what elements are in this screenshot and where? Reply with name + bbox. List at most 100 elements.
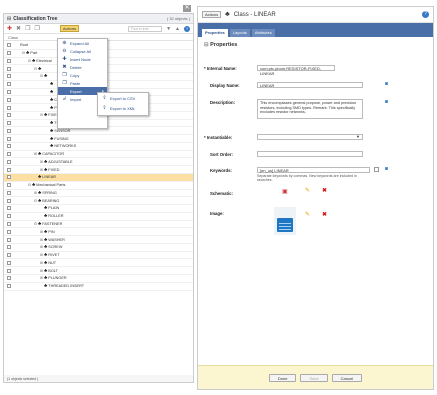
expander-icon[interactable]: ⊟	[28, 183, 31, 187]
tab-layouts[interactable]: Layouts	[229, 29, 250, 37]
expander-icon[interactable]: ⊞	[40, 168, 43, 172]
translate-keywords-icon[interactable]: ◙	[385, 166, 388, 172]
tree-row[interactable]: ♣ ROLLER	[4, 213, 193, 221]
tree-row[interactable]: ⊞ ♣ RIVET	[4, 252, 193, 260]
instantiable-select[interactable]	[257, 134, 363, 140]
row-checkbox[interactable]	[7, 175, 11, 180]
expander-icon[interactable]: ⊟	[40, 74, 43, 78]
done-button[interactable]: Done	[268, 373, 297, 382]
sort-order-input[interactable]	[257, 151, 363, 157]
description-textarea[interactable]: This encompasses general purpose, power …	[257, 99, 363, 119]
expander-icon[interactable]: ⊞	[34, 152, 37, 156]
row-checkbox[interactable]	[7, 66, 11, 71]
row-checkbox[interactable]	[7, 214, 11, 219]
cancel-button[interactable]: Cancel	[331, 373, 363, 382]
remove-schematic-icon[interactable]: ✖	[322, 187, 327, 194]
row-checkbox[interactable]	[7, 113, 11, 118]
copy-icon[interactable]: ❐	[25, 25, 30, 32]
row-checkbox[interactable]	[7, 221, 11, 226]
tree-row[interactable]: ♣ FUSING	[4, 135, 193, 143]
row-checkbox[interactable]	[7, 183, 11, 188]
menu-item[interactable]: ❐ Copy	[58, 71, 107, 79]
expander-icon[interactable]: ⊟	[22, 51, 25, 55]
tree-row[interactable]: ⊞ ♣ ADJUSTABLE	[4, 158, 193, 167]
tree-row[interactable]: ⊞ ♣ BOLT	[4, 267, 193, 275]
details-actions-button[interactable]: Actions	[202, 11, 222, 18]
row-checkbox[interactable]	[7, 190, 11, 195]
translate-description-icon[interactable]: ◙	[385, 99, 388, 105]
expander-icon[interactable]: ⊞	[40, 230, 43, 234]
row-checkbox[interactable]	[7, 58, 11, 63]
row-checkbox[interactable]	[7, 237, 11, 242]
delete-icon[interactable]: ✖	[16, 25, 21, 32]
internal-name-input[interactable]: com.ptc.pbom.RESISTOR-FIXED-LINEAR	[257, 65, 335, 76]
expander-icon[interactable]: ⊞	[40, 276, 43, 280]
save-button[interactable]: Save	[300, 373, 328, 382]
row-checkbox[interactable]	[7, 268, 11, 273]
find-in-tree-input[interactable]: Find in tree	[128, 25, 163, 32]
row-checkbox[interactable]	[7, 229, 11, 234]
expander-icon[interactable]: ⊞	[40, 238, 43, 242]
row-checkbox[interactable]	[7, 89, 11, 94]
tree-row[interactable]: ⊟ ♣ FASTENER	[4, 221, 193, 229]
keywords-input[interactable]: [en_us] LINEAR	[257, 167, 370, 173]
row-checkbox[interactable]	[7, 51, 11, 56]
tree-row[interactable]: ⊞ ♣ FIXED	[4, 166, 193, 175]
row-checkbox[interactable]	[7, 97, 11, 102]
help-icon[interactable]: ?	[184, 25, 190, 32]
expander-icon[interactable]: ⊞	[40, 160, 43, 164]
menu-item[interactable]: ⊖ Collapse All	[58, 47, 107, 55]
chevron-down-icon[interactable]: ▼	[356, 134, 360, 139]
collapse-icon[interactable]: ⊟	[7, 16, 11, 22]
tree-row[interactable]: ⊟ ♣ BEARING	[4, 197, 193, 206]
tree-row[interactable]: ♣ NETWORKS	[4, 143, 193, 151]
expander-icon[interactable]: ⊟	[40, 113, 43, 117]
tab-attributes[interactable]: Attributes	[251, 29, 275, 37]
expander-icon[interactable]: ⊟	[34, 67, 37, 71]
tree-row[interactable]: ⊞ ♣ CAPACITOR	[4, 151, 193, 159]
row-checkbox[interactable]	[7, 284, 11, 289]
row-checkbox[interactable]	[7, 260, 11, 265]
row-checkbox[interactable]	[7, 121, 11, 126]
expander-icon[interactable]: ⊞	[40, 269, 43, 273]
expander-icon[interactable]: ⊞	[40, 261, 43, 265]
display-name-input[interactable]: LINEAR	[257, 82, 363, 88]
row-checkbox[interactable]	[7, 167, 11, 172]
tree-row[interactable]: ⊟ ♣ Mechanical Parts	[4, 182, 193, 190]
menu-item[interactable]: ✚ Insert Node	[58, 55, 107, 63]
tree-row[interactable]: ⊞ ♣ SPRING	[4, 190, 193, 198]
edit-image-icon[interactable]: ✎	[305, 211, 310, 218]
menu-item[interactable]: ⊕ Expand All	[58, 39, 107, 47]
close-icon[interactable]: ✕	[183, 5, 191, 12]
row-checkbox[interactable]	[7, 152, 11, 157]
tree-row[interactable]: ⊞ ♣ NUT	[4, 259, 193, 268]
tree-row[interactable]: ♣ PLAIN	[4, 205, 193, 213]
tree-row[interactable]: ⊞ ♣ WASHER	[4, 236, 193, 244]
edit-schematic-icon[interactable]: ✎	[305, 187, 310, 194]
expander-icon[interactable]: ⊞	[40, 245, 43, 249]
submenu-item[interactable]: ⇪ Export to XML	[98, 103, 148, 113]
expander-icon[interactable]: ⊟	[28, 59, 31, 63]
up-icon[interactable]: ▲	[175, 26, 180, 32]
keywords-checkbox[interactable]	[374, 167, 379, 172]
row-checkbox[interactable]	[7, 198, 11, 203]
expander-icon[interactable]: ⊞	[40, 253, 43, 257]
row-checkbox[interactable]	[7, 159, 11, 164]
row-checkbox[interactable]	[7, 245, 11, 250]
expander-icon[interactable]: ⊟	[34, 222, 37, 226]
row-checkbox[interactable]	[7, 105, 11, 110]
row-checkbox[interactable]	[7, 206, 11, 211]
add-icon[interactable]: ✚	[7, 25, 12, 32]
tree-row[interactable]: ⊞ ♣ PIN	[4, 228, 193, 237]
details-help-icon[interactable]: ?	[422, 11, 429, 18]
tree-row[interactable]: ⊞ ♣ PLUNGER	[4, 275, 193, 283]
paste-icon[interactable]: ❐	[34, 25, 39, 32]
filter-icon[interactable]: ▼	[166, 26, 171, 32]
expander-icon[interactable]: ⊟	[34, 199, 37, 203]
submenu-item[interactable]: ⇪ Export to CSV	[98, 93, 148, 103]
row-checkbox[interactable]	[7, 136, 11, 141]
menu-item[interactable]: ❐ Paste	[58, 79, 107, 87]
row-checkbox[interactable]	[7, 43, 11, 48]
tree-row[interactable]: ♣ THREADED INSERT	[4, 283, 193, 291]
menu-item[interactable]: ✖ Delete	[58, 63, 107, 71]
